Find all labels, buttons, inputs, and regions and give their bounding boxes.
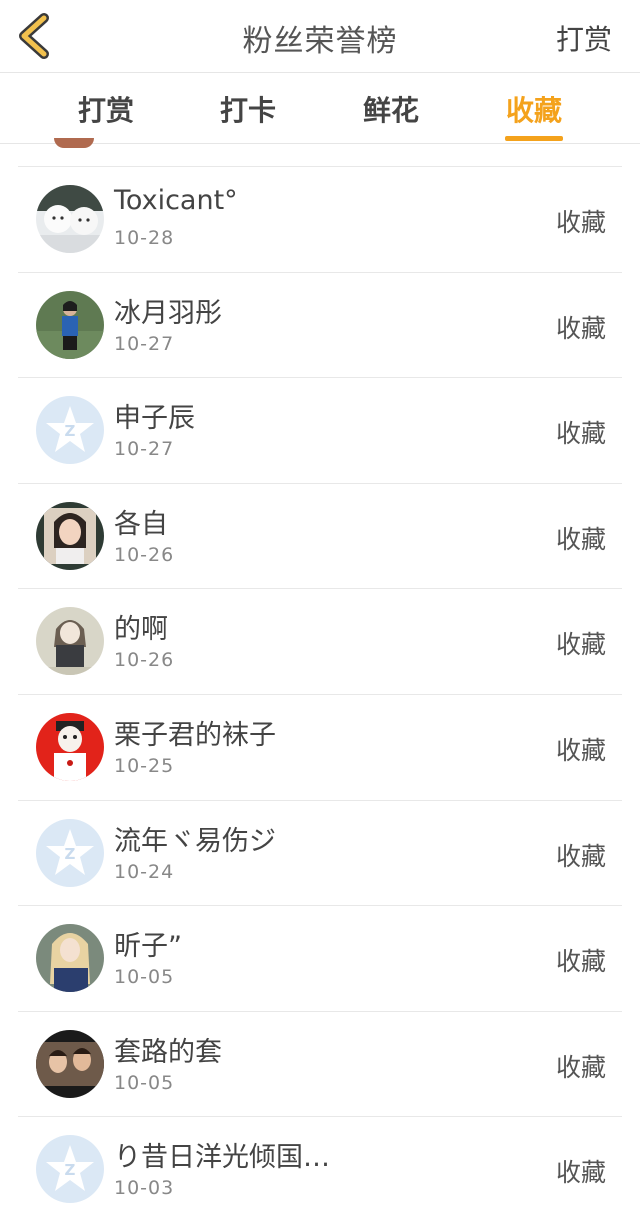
fan-date: 10-03: [114, 1177, 175, 1200]
favorite-label: 收藏: [555, 1158, 606, 1188]
favorite-label: 收藏: [555, 524, 606, 554]
list-item[interactable]: 各自 10-26 收藏: [0, 484, 640, 590]
page-title: 粉丝荣誉榜: [242, 24, 398, 59]
fan-name: り昔日洋光倾国…: [114, 1142, 330, 1174]
fan-date: 10-26: [114, 649, 175, 672]
fan-date: 10-28: [114, 227, 175, 249]
list-item[interactable]: Z 申子辰 10-27 收藏: [0, 378, 640, 484]
favorite-label: 收藏: [555, 630, 606, 660]
fan-name: 套路的套: [114, 1036, 222, 1068]
list-item[interactable]: 冰月羽彤 10-27 收藏: [0, 273, 640, 379]
list-item[interactable]: Toxicant° 10-28 收藏: [0, 167, 640, 273]
fan-name: 各自: [114, 508, 168, 540]
default-star-avatar-icon: Z: [36, 396, 104, 465]
fan-name: 的啊: [114, 614, 168, 646]
fan-date: 10-27: [114, 332, 175, 355]
list-item[interactable]: Z り昔日洋光倾国… 10-03 收藏: [0, 1117, 640, 1223]
avatar[interactable]: [36, 1029, 104, 1098]
list-item[interactable]: 的啊 10-26 收藏: [0, 589, 640, 695]
active-tab-indicator: [505, 136, 563, 141]
fan-name: 流年ヾ易伤ジ: [114, 825, 276, 857]
favorite-label: 收藏: [555, 947, 606, 977]
favorite-label: 收藏: [555, 841, 606, 871]
fan-name: 申子辰: [114, 403, 195, 435]
fan-name: 栗子君的袜子: [114, 719, 276, 751]
avatar[interactable]: [36, 712, 104, 781]
favorite-label: 收藏: [555, 1052, 606, 1082]
fan-date: 10-26: [114, 543, 175, 566]
fan-name: 冰月羽彤: [114, 297, 222, 329]
tab-reward[interactable]: 打赏: [46, 89, 166, 129]
tab-favorites[interactable]: 收藏: [474, 89, 594, 129]
avatar[interactable]: Z: [36, 396, 104, 465]
avatar[interactable]: [36, 185, 104, 253]
tab-flowers[interactable]: 鲜花: [331, 89, 451, 129]
fan-date: 10-27: [114, 438, 175, 461]
favorite-label: 收藏: [555, 735, 606, 765]
default-star-avatar-icon: Z: [36, 818, 104, 887]
svg-text:Z: Z: [65, 422, 76, 440]
fan-date: 10-24: [114, 860, 175, 883]
list-item[interactable]: Z 流年ヾ易伤ジ 10-24 收藏: [0, 801, 640, 907]
avatar[interactable]: [36, 501, 104, 570]
avatar[interactable]: [36, 290, 104, 359]
fan-name: 昕子”: [114, 931, 182, 963]
svg-text:Z: Z: [65, 1161, 76, 1179]
list-item[interactable]: 栗子君的袜子 10-25 收藏: [0, 695, 640, 801]
fan-name: Toxicant°: [114, 185, 238, 216]
favorite-label: 收藏: [555, 208, 606, 237]
avatar[interactable]: [36, 924, 104, 993]
avatar[interactable]: Z: [36, 1135, 104, 1204]
tab-bar: 打赏 打卡 鲜花 收藏: [0, 73, 640, 144]
list-item[interactable]: 套路的套 10-05 收藏: [0, 1012, 640, 1118]
favorite-label: 收藏: [555, 313, 606, 343]
default-star-avatar-icon: Z: [36, 1135, 104, 1204]
favorite-label: 收藏: [555, 419, 606, 449]
top-bar: 粉丝荣誉榜 打赏: [0, 0, 640, 73]
previous-row-avatar-edge: [54, 138, 94, 148]
avatar[interactable]: [36, 607, 104, 676]
reward-button[interactable]: 打赏: [556, 18, 612, 58]
fan-date: 10-05: [114, 966, 175, 989]
fan-date: 10-05: [114, 1071, 175, 1094]
avatar[interactable]: Z: [36, 818, 104, 887]
fan-date: 10-25: [114, 754, 175, 777]
tab-checkin[interactable]: 打卡: [188, 89, 308, 129]
svg-text:Z: Z: [65, 845, 76, 863]
list-item[interactable]: 昕子” 10-05 收藏: [0, 906, 640, 1012]
fan-list: Toxicant° 10-28 收藏 冰月羽彤 10-27 收藏 Z 申子辰 1…: [0, 167, 640, 1223]
